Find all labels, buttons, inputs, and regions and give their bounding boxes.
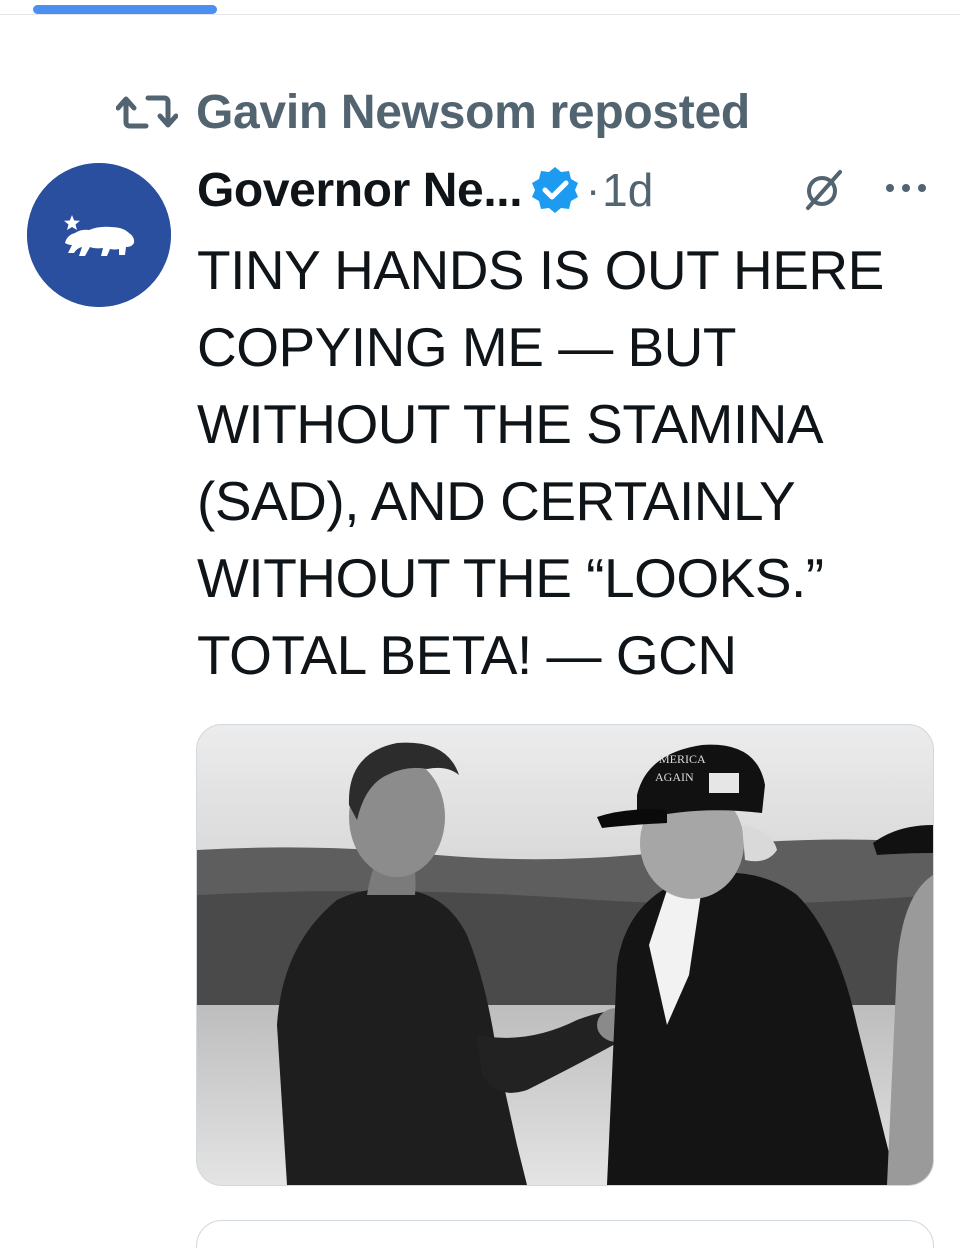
hat-text-line1: MERICA — [659, 752, 706, 766]
tweet-media-photo[interactable]: MERICA AGAIN — [196, 724, 934, 1186]
tweet-text-line: (SAD), AND CERTAINLY — [197, 470, 796, 532]
tweet-text-line: WITHOUT THE STAMINA — [197, 393, 824, 455]
meta-separator: · — [586, 166, 601, 213]
author-name[interactable]: Governor Ne... — [197, 163, 523, 218]
post-timestamp[interactable]: 1d — [602, 163, 653, 217]
bear-flag-logo — [27, 163, 171, 307]
loading-progress-bar — [33, 5, 217, 14]
avatar[interactable] — [27, 163, 171, 307]
tweet-text-line: TINY HANDS IS OUT HERE — [197, 239, 884, 301]
next-card-preview[interactable] — [196, 1220, 934, 1248]
tweet-text-line: COPYING ME — BUT — [197, 316, 737, 378]
grok-icon[interactable] — [800, 168, 848, 212]
tweet-text: TINY HANDS IS OUT HERE COPYING ME — BUT … — [197, 232, 937, 694]
repost-context[interactable]: Gavin Newsom reposted — [115, 80, 750, 144]
tweet-text-line: WITHOUT THE “LOOKS.” — [197, 547, 824, 609]
more-options-icon[interactable] — [882, 176, 930, 200]
header-divider — [0, 14, 960, 15]
repost-label[interactable]: Gavin Newsom reposted — [196, 85, 750, 140]
verified-badge-icon — [530, 165, 580, 215]
tweet-text-line: TOTAL BETA! — GCN — [197, 624, 737, 686]
hat-text-line2: AGAIN — [655, 770, 694, 784]
timeline-view: Gavin Newsom reposted Governor Ne... · 1… — [0, 0, 960, 1248]
repost-icon — [115, 92, 179, 132]
tweet-header: Governor Ne... · 1d — [197, 158, 653, 222]
